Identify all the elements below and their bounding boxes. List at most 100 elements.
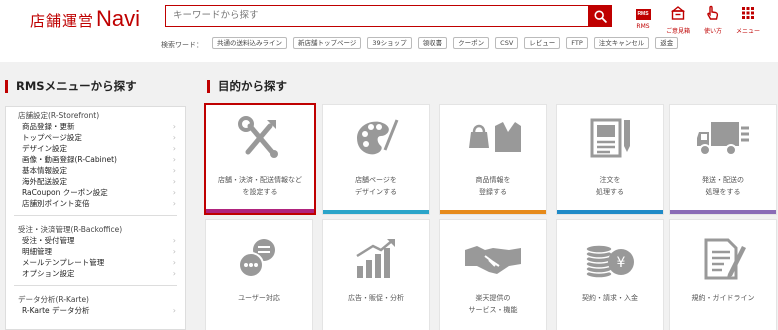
menu-item[interactable]: 明細管理 › — [6, 246, 185, 257]
chevron-right-icon: › — [172, 177, 176, 186]
chevron-right-icon: › — [172, 306, 176, 315]
menu-item[interactable]: 画像・動画登録(R-Cabinet) › — [6, 154, 185, 165]
document-icon — [670, 236, 776, 281]
tile-label: ユーザー対応 — [208, 292, 310, 304]
truck-icon — [670, 116, 776, 161]
menu-item-label: メールテンプレート管理 — [22, 258, 105, 267]
logo-text-jp: 店舗運営 — [30, 12, 95, 30]
menu-item-label: トップページ設定 — [22, 133, 82, 142]
menu-link[interactable]: メニュー — [734, 5, 762, 35]
logo-text-en: Navi — [96, 6, 141, 31]
tile-label: 店舗・決済・配送情報など を設定する — [208, 174, 312, 198]
handshake-icon — [440, 236, 546, 281]
tile-label-line: 登録する — [479, 188, 507, 196]
keyword-chip[interactable]: 新店舗トップページ — [293, 37, 362, 49]
menu-item-label: 明細管理 — [22, 247, 52, 256]
rms-link[interactable]: RMS RMS — [633, 5, 653, 30]
tile-marketing[interactable]: 広告・販促・分析 — [322, 219, 430, 330]
keyword-chip[interactable]: 39ショップ — [367, 37, 412, 49]
menu-item[interactable]: デザイン設定 › — [6, 143, 185, 154]
menu-item[interactable]: 基本情報設定 › — [6, 165, 185, 176]
chat-icon — [206, 236, 312, 281]
chevron-right-icon: › — [172, 258, 176, 267]
tile-color-bar — [557, 210, 663, 214]
tile-label: 楽天提供の サービス・機能 — [442, 292, 544, 316]
tile-label-line: 店舗・決済・配送情報など — [218, 176, 302, 184]
menu-item[interactable]: R-Karte データ分析 › — [6, 305, 185, 316]
menu-label: メニュー — [735, 28, 760, 35]
menu-group-heading: 受注・決済管理(R-Backoffice) — [18, 225, 123, 234]
menu-item[interactable]: RaCoupon クーポン設定 › — [6, 187, 185, 198]
tile-color-bar — [440, 210, 546, 214]
tile-shipping[interactable]: 発送・配送の 処理をする — [669, 104, 777, 215]
tile-label-line: 商品情報を — [475, 176, 511, 184]
tile-label: 契約・請求・入金 — [559, 292, 661, 304]
tile-rakuten-services[interactable]: 楽天提供の サービス・機能 — [439, 219, 547, 330]
chevron-right-icon: › — [172, 133, 176, 142]
keyword-chip[interactable]: クーポン — [453, 37, 490, 49]
tile-billing[interactable]: ¥ 契約・請求・入金 — [556, 219, 664, 330]
keyword-chip[interactable]: 共通の送料込みライン — [212, 37, 287, 49]
menu-item[interactable]: トップページ設定 › — [6, 132, 185, 143]
search-button[interactable] — [588, 5, 612, 27]
tile-label: 商品情報を 登録する — [442, 174, 544, 198]
tile-label-line: 契約・請求・入金 — [582, 294, 638, 302]
menu-item[interactable]: 店舗別ポイント変倍 › — [6, 198, 185, 209]
menu-group-heading: 店舗設定(R-Storefront) — [18, 111, 100, 120]
grid-menu-icon — [742, 7, 754, 19]
tile-color-bar — [206, 209, 314, 213]
tile-design-pages[interactable]: 店舗ページを デザインする — [322, 104, 430, 215]
clipboard-icon — [557, 116, 663, 161]
menu-item-label: 受注・受付管理 — [22, 236, 75, 245]
tile-label-line: 発送・配送の — [702, 176, 744, 184]
chevron-right-icon: › — [172, 199, 176, 208]
menu-item[interactable]: 商品登録・更新 › — [6, 121, 185, 132]
tile-label-line: 規約・ガイドライン — [691, 294, 755, 302]
menu-item-label: デザイン設定 — [22, 144, 67, 153]
menu-item[interactable]: 海外配送設定 › — [6, 176, 185, 187]
store-navi-logo[interactable]: 店舗運営 Navi — [30, 6, 140, 32]
tile-process-orders[interactable]: 注文を 処理する — [556, 104, 664, 215]
keyword-chip[interactable]: 注文キャンセル — [593, 37, 650, 49]
keyword-chip[interactable]: FTP — [566, 37, 588, 49]
tile-label-line: サービス・機能 — [468, 306, 518, 314]
tile-color-bar — [670, 210, 776, 214]
product-icon — [440, 116, 546, 161]
menu-item-label: オプション設定 — [22, 269, 75, 278]
keyword-chip[interactable]: 領収書 — [417, 37, 448, 49]
chevron-right-icon: › — [172, 155, 176, 164]
menu-divider — [14, 215, 177, 216]
tile-label-line: 店舗ページを — [355, 176, 397, 184]
howto-link[interactable]: 使い方 — [702, 5, 724, 35]
chevron-right-icon: › — [172, 247, 176, 256]
search-icon — [594, 10, 607, 23]
tile-store-settings[interactable]: 店舗・決済・配送情報など を設定する — [204, 103, 316, 215]
feedback-link[interactable]: ご意見箱 — [664, 5, 692, 35]
menu-item[interactable]: メールテンプレート管理 › — [6, 257, 185, 268]
menu-item[interactable]: 受注・受付管理 › — [6, 235, 185, 246]
tile-label: 注文を 処理する — [559, 174, 661, 198]
tile-register-products[interactable]: 商品情報を 登録する — [439, 104, 547, 215]
keyword-chip[interactable]: 返金 — [655, 37, 679, 49]
palette-icon — [323, 116, 429, 161]
tile-label-line: デザインする — [355, 188, 397, 196]
tile-label-line: 注文を — [599, 176, 621, 184]
tile-user-support[interactable]: ユーザー対応 — [205, 219, 313, 330]
rms-label: RMS — [636, 23, 650, 30]
keyword-chip[interactable]: CSV — [495, 37, 519, 49]
search-input[interactable]: キーワードから探す — [165, 5, 588, 27]
tile-guidelines[interactable]: 規約・ガイドライン — [669, 219, 777, 330]
menu-item-label: 画像・動画登録(R-Cabinet) — [22, 155, 117, 164]
keyword-chips: 共通の送料込みライン 新店舗トップページ 39ショップ 領収書 クーポン CSV レビュー F… — [212, 37, 684, 49]
tile-color-bar — [323, 210, 429, 214]
menu-item-label: 海外配送設定 — [22, 177, 67, 186]
top-header: 店舗運営 Navi キーワードから探す 検索ワード： 共通の送料込みライン 新店舗… — [0, 0, 778, 62]
bag-icon — [671, 6, 685, 20]
menu-item[interactable]: オプション設定 › — [6, 268, 185, 279]
keyword-chip[interactable]: レビュー — [524, 37, 561, 49]
menu-item-label: 基本情報設定 — [22, 166, 67, 175]
purpose-heading: 目的から探す — [207, 80, 287, 93]
menu-item-label: 店舗別ポイント変倍 — [22, 199, 90, 208]
tile-label: 発送・配送の 処理をする — [672, 174, 774, 198]
chevron-right-icon: › — [172, 188, 176, 197]
